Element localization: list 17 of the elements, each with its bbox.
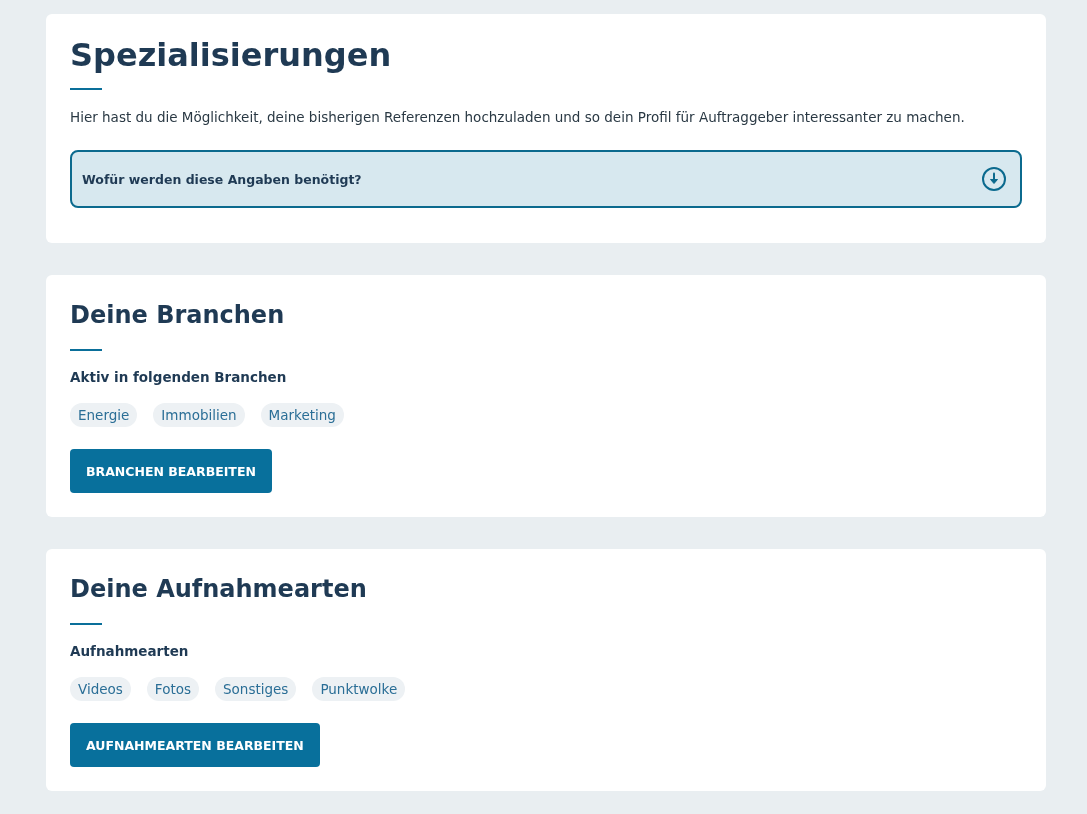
tag-chip: Punktwolke: [312, 677, 406, 701]
tag-chip: Energie: [70, 403, 138, 427]
tag-chip: Immobilien: [153, 403, 245, 427]
tag-chip: Videos: [70, 677, 131, 701]
page-title: Spezialisierungen: [70, 35, 392, 75]
tag-chip: Sonstiges: [215, 677, 297, 701]
field-label: Aufnahmearten: [70, 642, 189, 661]
intro-text: Hier hast du die Möglichkeit, deine bisherigen Referenzen hochzuladen und so dein Profil für Auftraggeber interessanter zu machen.: [70, 108, 965, 127]
section-title: Deine Branchen: [70, 300, 285, 331]
section-title: Deine Aufnahmearten: [70, 574, 367, 605]
field-label: Aktiv in folgenden Branchen: [70, 368, 287, 387]
tag-chip: Fotos: [146, 677, 199, 701]
edit-button[interactable]: BRANCHEN BEARBEITEN: [70, 449, 272, 493]
tag-chip: Marketing: [260, 403, 344, 427]
accordion-header[interactable]: Wofür werden diese Angaben benötigt?: [70, 150, 1022, 208]
arrow-circle-icon: [982, 167, 1006, 191]
edit-button[interactable]: AUFNAHMEARTEN BEARBEITEN: [70, 723, 320, 767]
